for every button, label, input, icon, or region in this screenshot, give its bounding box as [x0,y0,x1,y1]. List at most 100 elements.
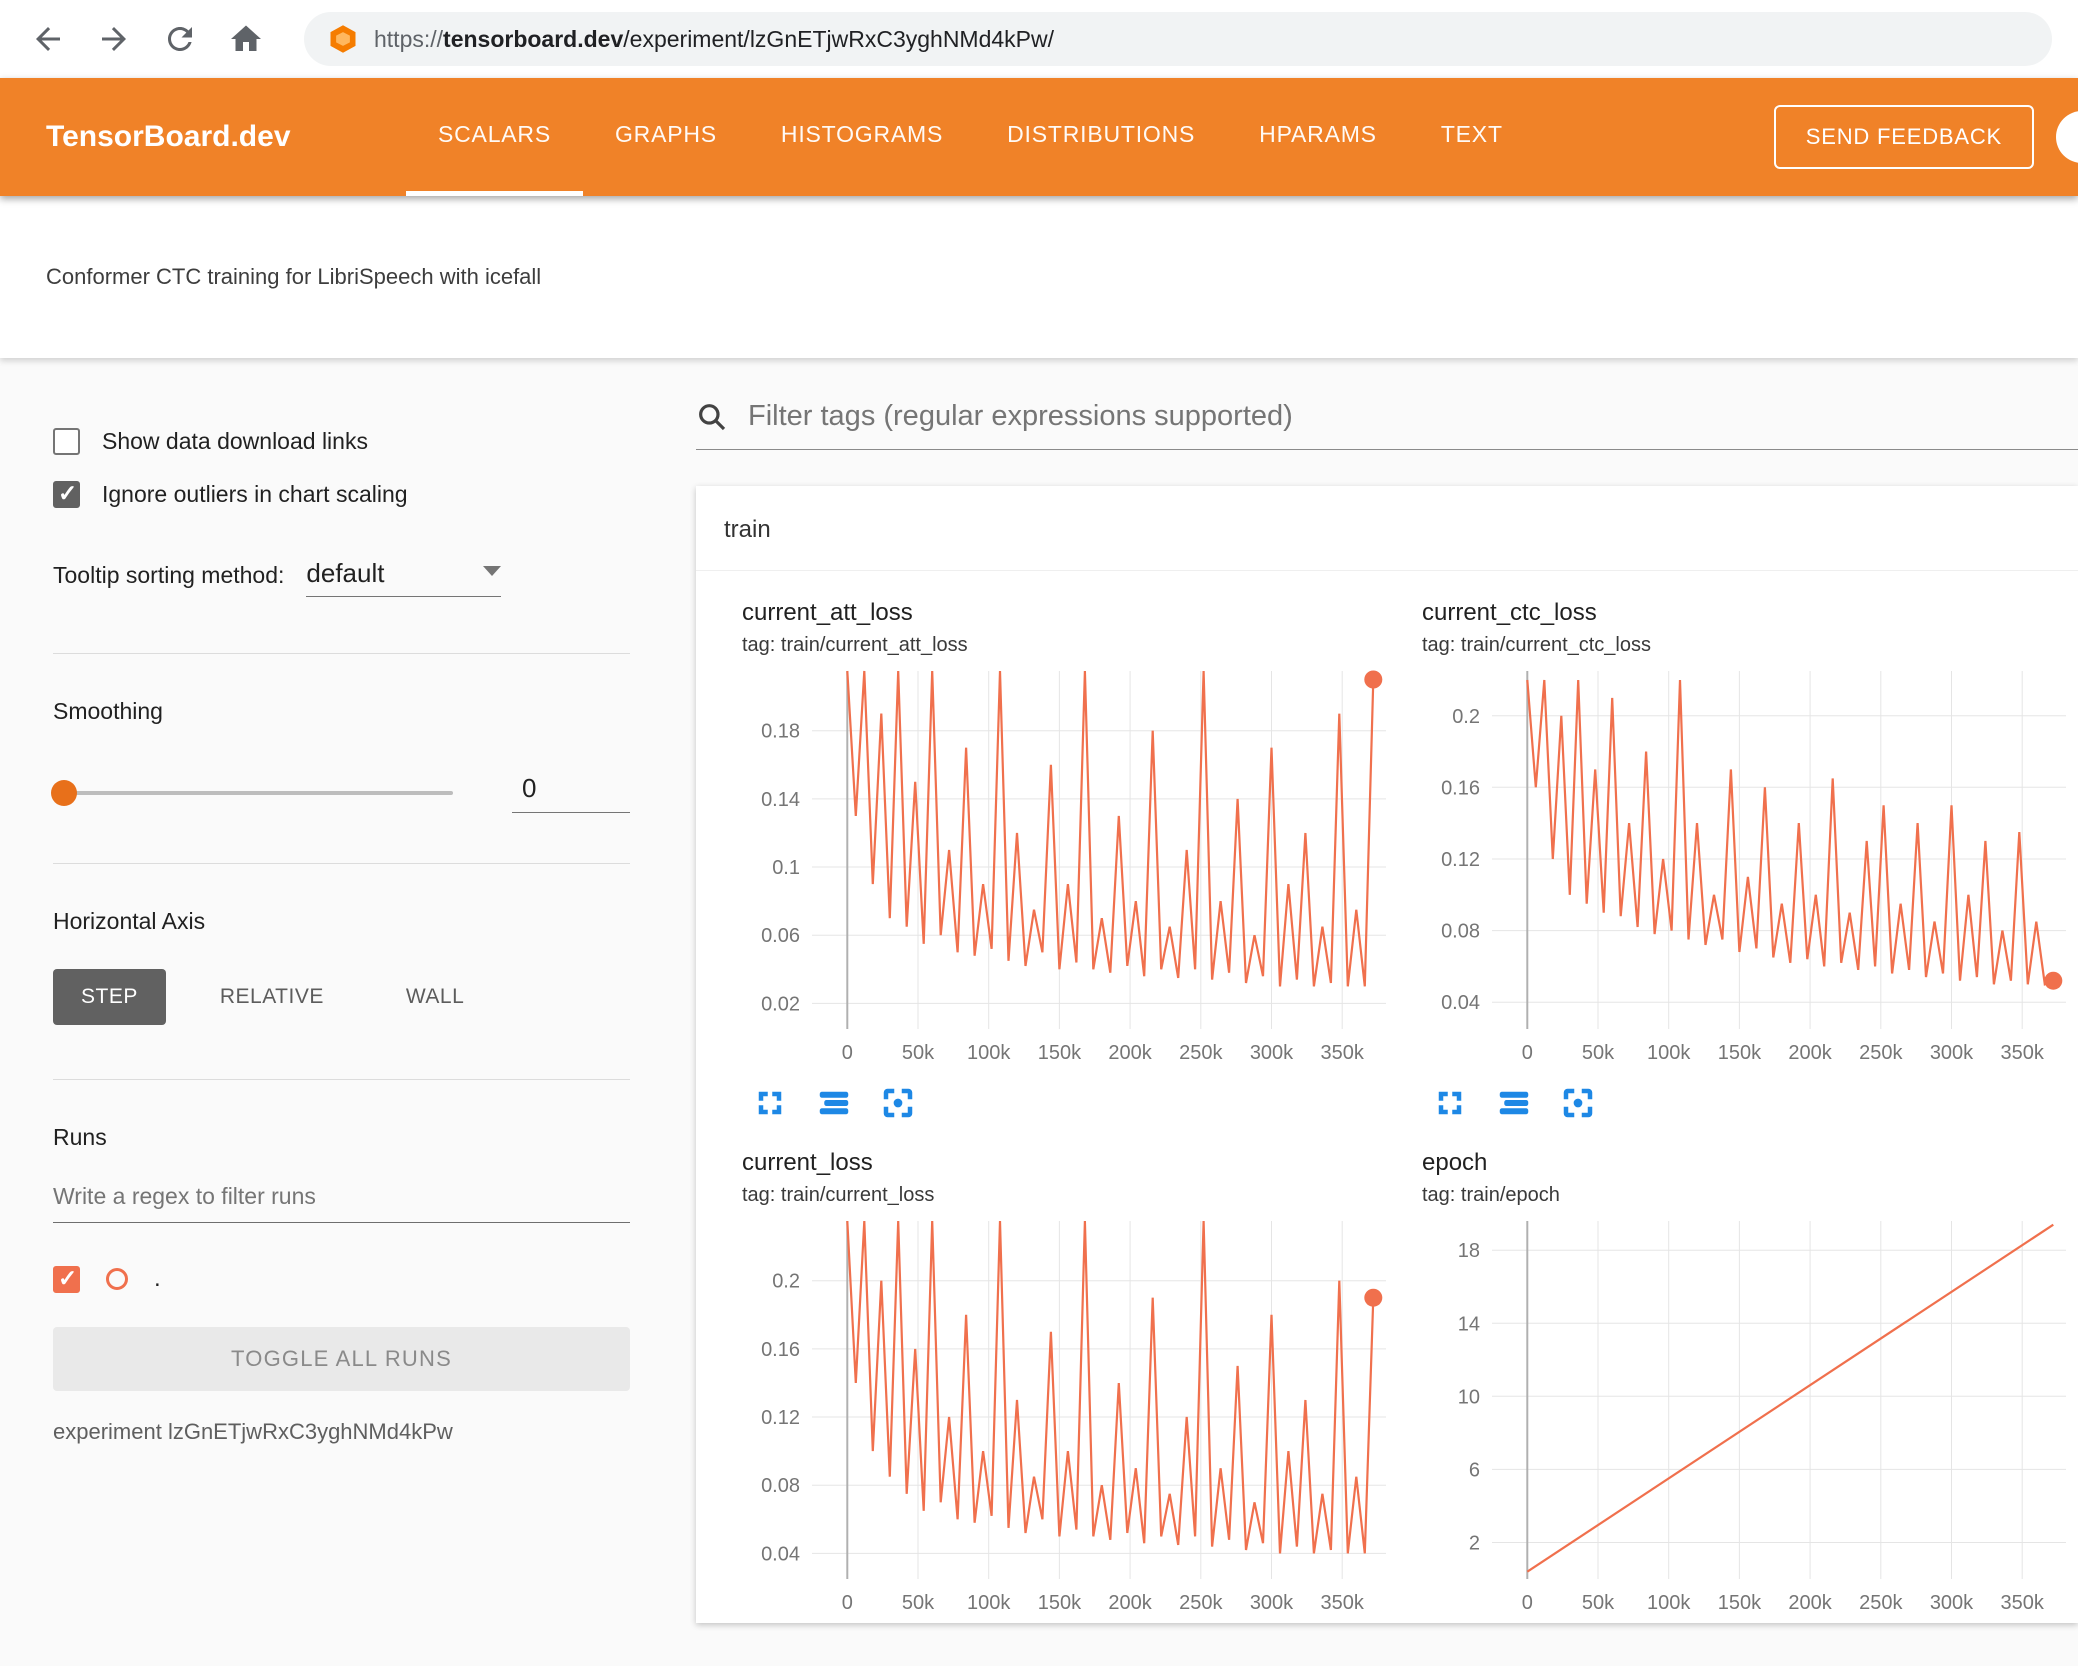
divider [53,653,630,654]
app-header: TensorBoard.dev SCALARS GRAPHS HISTOGRAM… [0,78,2078,196]
nav-tabs: SCALARS GRAPHS HISTOGRAMS DISTRIBUTIONS … [406,78,1535,196]
chart-title: epoch [1422,1149,1488,1176]
run-row: . [53,1265,630,1293]
back-icon[interactable] [30,21,66,57]
svg-text:10: 10 [1458,1386,1480,1408]
fullscreen-icon[interactable] [752,1085,788,1121]
horizontal-axis-buttons: STEP RELATIVE WALL [53,969,630,1025]
chart-tag: tag: train/current_ctc_loss [1422,634,1651,656]
url-scheme: https:// [374,25,444,52]
url-path: /experiment/lzGnETjwRxC3yghNMd4kPw/ [623,25,1055,52]
fullscreen-icon[interactable] [1432,1085,1468,1121]
svg-text:0.1: 0.1 [772,857,800,879]
epoch-chart: 0 50k 100k 150k 200k 250k 300k 350k 2 6 10 14 18 [1458,1221,2066,1614]
tab-scalars[interactable]: SCALARS [406,78,583,196]
svg-text:250k: 250k [1859,1592,1903,1614]
fit-data-icon[interactable] [880,1085,916,1121]
svg-text:18: 18 [1458,1240,1480,1262]
svg-text:0.08: 0.08 [1441,921,1480,943]
svg-text:300k: 300k [1250,1042,1294,1064]
current-ctc-loss-chart: 0 50k 100k 150k 200k 250k 300k 350k 0.04 0.08 0.12… [1441,671,2066,1064]
svg-text:300k: 300k [1930,1592,1974,1614]
send-feedback-button[interactable]: SEND FEEDBACK [1773,105,2034,169]
current-loss-chart: 0 50k 100k 150k 200k 250k 300k 350k 0.04 0.08 0.12… [761,1220,1386,1614]
svg-text:0: 0 [842,1592,853,1614]
current-att-loss-chart: 0 50k 100k 150k 200k 250k 300k 350k 0.02 0.06 0.1 0… [761,670,1386,1064]
chart-tag: tag: train/current_loss [742,1184,935,1206]
avatar[interactable] [2056,111,2078,163]
chart-toolbar [752,1085,1392,1121]
svg-text:0.2: 0.2 [1452,706,1480,728]
toggle-all-runs-button[interactable]: TOGGLE ALL RUNS [53,1327,630,1391]
app-logo[interactable]: TensorBoard.dev [46,120,356,154]
svg-text:200k: 200k [1108,1042,1152,1064]
fit-data-icon[interactable] [1560,1085,1596,1121]
smoothing-value[interactable]: 0 [512,773,630,813]
charts-grid: current_att_loss tag: train/current_att_… [696,571,2078,1623]
svg-text:100k: 100k [967,1592,1011,1614]
svg-text:100k: 100k [967,1042,1011,1064]
svg-text:50k: 50k [902,1592,935,1614]
chart-title: current_att_loss [742,599,913,626]
svg-text:300k: 300k [1250,1592,1294,1614]
tab-histograms[interactable]: HISTOGRAMS [749,78,975,196]
runs-regex-input[interactable] [53,1183,630,1223]
scalars-main: train current_att_loss tag: train/curren… [640,358,2078,1666]
home-icon[interactable] [228,21,264,57]
reload-icon[interactable] [162,21,198,57]
chart-tag: tag: train/current_att_loss [742,634,968,656]
chart-title: current_ctc_loss [1422,599,1597,626]
svg-text:250k: 250k [1179,1592,1223,1614]
svg-text:150k: 150k [1718,1592,1762,1614]
svg-text:50k: 50k [1582,1592,1615,1614]
svg-text:0: 0 [1522,1042,1533,1064]
svg-text:0.12: 0.12 [1441,849,1480,871]
smoothing-label: Smoothing [53,698,163,724]
smoothing-slider-knob[interactable] [51,780,77,806]
svg-text:100k: 100k [1647,1592,1691,1614]
chart-tag: tag: train/epoch [1422,1184,1560,1206]
chart-current-ctc-loss: current_ctc_loss tag: train/current_ctc_… [1422,599,2072,1149]
tab-text[interactable]: TEXT [1409,78,1535,196]
svg-text:0.18: 0.18 [761,721,800,743]
train-section-title[interactable]: train [696,486,2078,571]
ignore-outliers-label: Ignore outliers in chart scaling [102,481,408,507]
svg-text:250k: 250k [1859,1042,1903,1064]
svg-text:250k: 250k [1179,1042,1223,1064]
svg-text:0.04: 0.04 [761,1543,800,1565]
smoothing-row: 0 [51,773,630,813]
experiment-title-bar: Conformer CTC training for LibriSpeech w… [0,196,2078,358]
tab-graphs[interactable]: GRAPHS [583,78,749,196]
svg-text:50k: 50k [1582,1042,1615,1064]
tab-distributions[interactable]: DISTRIBUTIONS [975,78,1227,196]
svg-text:0.16: 0.16 [1441,777,1480,799]
svg-text:0.04: 0.04 [1441,992,1480,1014]
tab-hparams[interactable]: HPARAMS [1227,78,1409,196]
run-checkbox[interactable] [53,1265,80,1293]
axis-relative-button[interactable]: RELATIVE [192,969,352,1025]
axis-step-button[interactable]: STEP [53,969,166,1025]
show-download-links-label: Show data download links [102,428,368,454]
tooltip-sorting-dropdown[interactable]: default [306,558,502,597]
run-selector-icon[interactable] [1496,1085,1532,1121]
divider [53,1079,630,1080]
svg-text:0.12: 0.12 [761,1407,800,1429]
svg-text:350k: 350k [1321,1042,1365,1064]
svg-text:14: 14 [1458,1313,1480,1335]
filter-tags-input[interactable] [748,400,2078,433]
search-icon [696,401,728,433]
svg-text:200k: 200k [1788,1592,1832,1614]
caret-down-icon [483,565,502,576]
forward-icon[interactable] [96,21,132,57]
show-download-links-checkbox[interactable] [53,428,80,455]
smoothing-slider[interactable] [51,780,453,806]
ignore-outliers-row: Ignore outliers in chart scaling [53,480,630,508]
svg-text:0: 0 [1522,1592,1533,1614]
tensorboard-favicon [328,24,358,54]
axis-wall-button[interactable]: WALL [378,969,492,1025]
svg-text:0.2: 0.2 [772,1271,800,1293]
ignore-outliers-checkbox[interactable] [53,480,80,508]
run-selector-icon[interactable] [816,1085,852,1121]
runs-label: Runs [53,1124,107,1150]
address-bar[interactable]: https://tensorboard.dev/experiment/lzGnE… [304,12,2052,66]
